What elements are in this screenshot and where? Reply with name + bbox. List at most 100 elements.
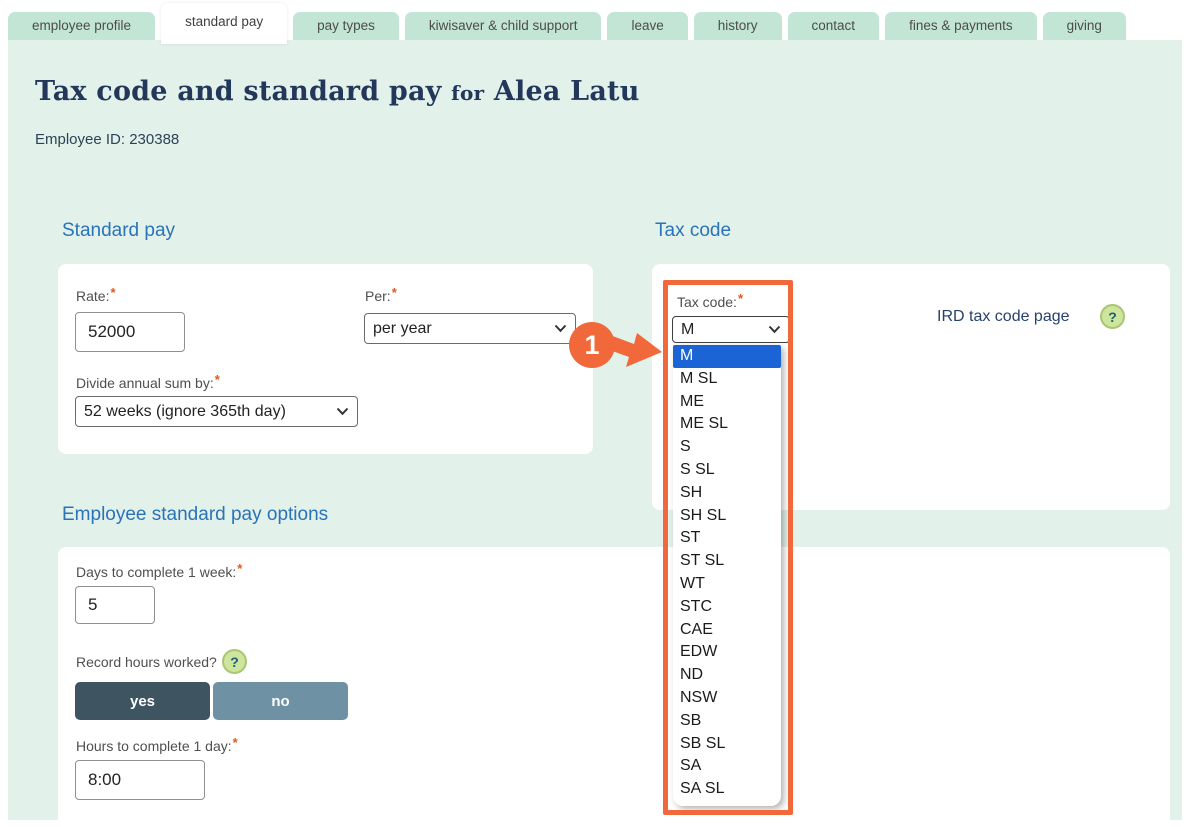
tax-code-option-label: CAE bbox=[680, 621, 713, 638]
tab-label: fines & payments bbox=[909, 18, 1013, 33]
tab-label: giving bbox=[1067, 18, 1102, 33]
tax-code-option-label: SB bbox=[680, 712, 701, 729]
tax-code-dropdown-list: M M SL ME ME SL S S SL SH SH SL ST ST SL… bbox=[673, 345, 781, 806]
required-asterisk: * bbox=[110, 285, 115, 300]
record-hours-no-button[interactable]: no bbox=[213, 682, 348, 720]
rate-label: Rate:* bbox=[76, 288, 116, 304]
tax-code-option[interactable]: ME SL bbox=[673, 413, 781, 436]
tab-label: standard pay bbox=[185, 14, 263, 29]
page-title-connector: for bbox=[451, 81, 484, 105]
tax-code-option[interactable]: SB bbox=[673, 710, 781, 733]
tax-code-option-label: M bbox=[680, 347, 693, 364]
tax-code-option-label: EDW bbox=[680, 643, 717, 660]
days-per-week-label: Days to complete 1 week:* bbox=[76, 564, 242, 580]
page-title-main: Tax code and standard pay bbox=[35, 76, 442, 107]
tax-code-option-label: ST SL bbox=[680, 552, 724, 569]
tax-code-option-label: ST bbox=[680, 529, 700, 546]
tax-code-option[interactable]: CAE bbox=[673, 619, 781, 642]
rate-input[interactable] bbox=[75, 312, 185, 352]
tax-code-option[interactable]: M bbox=[673, 345, 781, 368]
standard-pay-heading: Standard pay bbox=[62, 220, 175, 242]
tab-label: contact bbox=[812, 18, 856, 33]
days-per-week-input[interactable] bbox=[75, 586, 155, 624]
required-asterisk: * bbox=[237, 561, 242, 576]
employee-id: Employee ID: 230388 bbox=[35, 131, 179, 148]
tax-code-option[interactable]: SA bbox=[673, 755, 781, 778]
tab-label: pay types bbox=[317, 18, 375, 33]
divide-annual-select-value: 52 weeks (ignore 365th day) bbox=[84, 403, 330, 421]
divide-annual-select[interactable]: 52 weeks (ignore 365th day) bbox=[75, 396, 358, 427]
tax-code-option-label: S bbox=[680, 438, 691, 455]
tax-code-option-label: M SL bbox=[680, 370, 717, 387]
help-icon[interactable]: ? bbox=[222, 649, 247, 674]
chevron-down-icon bbox=[336, 407, 349, 416]
required-asterisk: * bbox=[233, 735, 238, 750]
tax-code-option[interactable]: ST SL bbox=[673, 550, 781, 573]
tax-code-option[interactable]: S bbox=[673, 436, 781, 459]
tax-code-option-label: STC bbox=[680, 598, 712, 615]
tax-code-option-label: SB SL bbox=[680, 735, 725, 752]
tax-code-option-label: WT bbox=[680, 575, 705, 592]
tab[interactable]: standard pay bbox=[161, 3, 287, 44]
tax-code-option-label: ME bbox=[680, 393, 704, 410]
page-title: Tax code and standard pay for Alea Latu bbox=[35, 76, 640, 107]
divide-annual-label: Divide annual sum by:* bbox=[76, 375, 220, 391]
required-asterisk: * bbox=[392, 285, 397, 300]
tax-code-option-label: NSW bbox=[680, 689, 717, 706]
tax-code-option[interactable]: ND bbox=[673, 664, 781, 687]
tab-label: leave bbox=[631, 18, 663, 33]
tab[interactable]: contact bbox=[788, 12, 880, 40]
tax-code-option-label: SH SL bbox=[680, 507, 726, 524]
tab[interactable]: leave bbox=[607, 12, 687, 40]
tax-code-label: Tax code:* bbox=[677, 294, 743, 310]
tax-code-option[interactable]: S SL bbox=[673, 459, 781, 482]
tax-code-select-value: M bbox=[681, 321, 762, 339]
employee-name: Alea Latu bbox=[494, 76, 640, 107]
record-hours-label: Record hours worked? bbox=[76, 654, 217, 670]
tax-code-option[interactable]: M SL bbox=[673, 368, 781, 391]
tax-code-option-label: ND bbox=[680, 666, 703, 683]
tax-code-option-label: S SL bbox=[680, 461, 715, 478]
per-select-value: per year bbox=[373, 320, 548, 338]
tab-bar: employee profile standard pay pay types … bbox=[8, 3, 1126, 40]
help-icon[interactable]: ? bbox=[1100, 304, 1125, 329]
pay-options-heading: Employee standard pay options bbox=[62, 504, 328, 526]
tab[interactable]: kiwisaver & child support bbox=[405, 12, 602, 40]
tax-code-option[interactable]: STC bbox=[673, 596, 781, 619]
tab[interactable]: pay types bbox=[293, 12, 399, 40]
ird-tax-code-link[interactable]: IRD tax code page bbox=[937, 308, 1070, 326]
tab[interactable]: history bbox=[694, 12, 782, 40]
record-hours-yes-button[interactable]: yes bbox=[75, 682, 210, 720]
tax-code-option-label: ME SL bbox=[680, 415, 728, 432]
chevron-down-icon bbox=[554, 324, 567, 333]
required-asterisk: * bbox=[215, 372, 220, 387]
tab[interactable]: employee profile bbox=[8, 12, 155, 40]
tax-code-option[interactable]: NSW bbox=[673, 687, 781, 710]
tax-code-option-label: SA SL bbox=[680, 780, 724, 797]
tax-code-option-label: SA bbox=[680, 757, 701, 774]
tab[interactable]: giving bbox=[1043, 12, 1126, 40]
per-select[interactable]: per year bbox=[364, 313, 576, 344]
tab[interactable]: fines & payments bbox=[885, 12, 1037, 40]
chevron-down-icon bbox=[768, 325, 781, 334]
hours-per-day-input[interactable] bbox=[75, 760, 205, 800]
tax-code-option[interactable]: EDW bbox=[673, 641, 781, 664]
tab-label: employee profile bbox=[32, 18, 131, 33]
employee-id-value: 230388 bbox=[129, 131, 179, 148]
tax-code-option[interactable]: SB SL bbox=[673, 733, 781, 756]
tax-code-option[interactable]: SA SL bbox=[673, 778, 781, 801]
tax-code-option[interactable]: SH bbox=[673, 482, 781, 505]
tax-code-option[interactable]: WT bbox=[673, 573, 781, 596]
tax-code-select[interactable]: M bbox=[672, 316, 790, 343]
tab-label: kiwisaver & child support bbox=[429, 18, 578, 33]
required-asterisk: * bbox=[738, 291, 743, 306]
tax-code-heading: Tax code bbox=[655, 220, 731, 242]
tab-label: history bbox=[718, 18, 758, 33]
tax-code-option-label: SH bbox=[680, 484, 702, 501]
hours-per-day-label: Hours to complete 1 day:* bbox=[76, 738, 238, 754]
per-label: Per:* bbox=[365, 288, 397, 304]
tax-code-option[interactable]: ME bbox=[673, 391, 781, 414]
employee-id-label: Employee ID: bbox=[35, 131, 125, 148]
tax-code-option[interactable]: SH SL bbox=[673, 505, 781, 528]
tax-code-option[interactable]: ST bbox=[673, 527, 781, 550]
